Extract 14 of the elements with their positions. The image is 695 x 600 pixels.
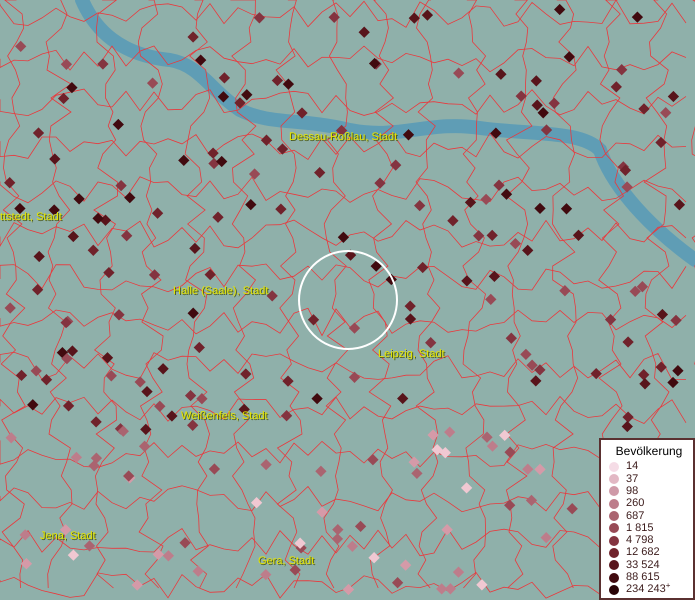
legend-label: 33 524 [626, 560, 660, 571]
legend-label: 687 [626, 510, 644, 522]
legend-label: 4 798 [626, 535, 654, 546]
place-label: Jena, Stadt [40, 531, 96, 542]
legend-label: 260 [626, 498, 644, 510]
place-label: Gera, Stadt [258, 556, 314, 567]
legend-label: 98 [626, 486, 638, 497]
legend-label: 234 243$^{+}$ [626, 584, 670, 596]
legend-label: 1 815 [626, 522, 654, 534]
legend-title: Bevölkerung [614, 442, 684, 460]
legend-label: 37 [626, 474, 638, 485]
legend-label: 12 682 [626, 547, 660, 558]
legend-label: 88 615 [626, 572, 660, 584]
legend-label: 14 [626, 461, 638, 472]
